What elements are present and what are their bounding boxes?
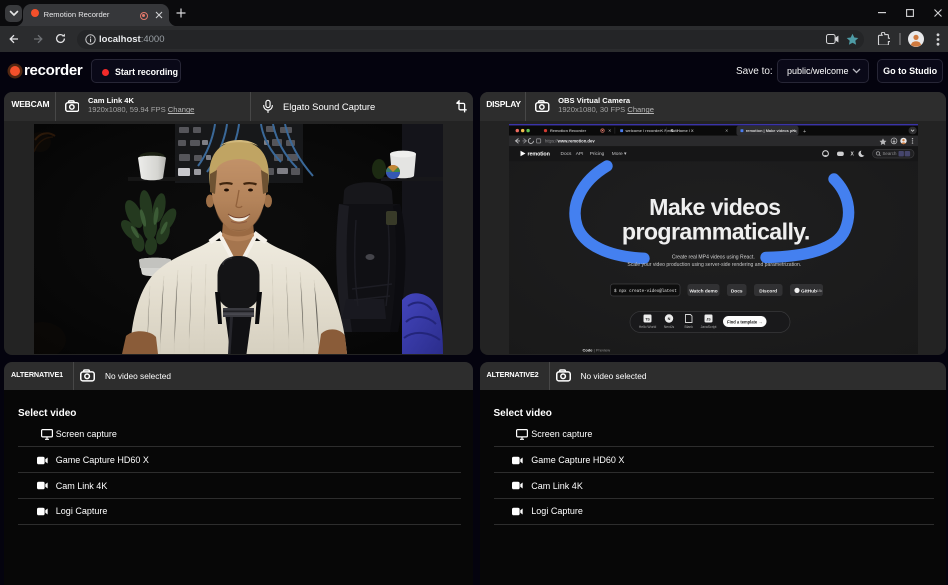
svg-text:Blank: Blank [684,324,693,328]
svg-text:JavaScript: JavaScript [700,324,716,328]
svg-text:programmatically.: programmatically. [621,218,809,244]
svg-text:More ▾: More ▾ [611,151,626,157]
svg-text:Search: Search [882,151,896,156]
svg-text:Make videos: Make videos [649,194,780,220]
svg-text:Home / X: Home / X [677,128,694,133]
svg-text:Pricing: Pricing [589,151,604,157]
svg-text:Hello World: Hello World [638,324,656,328]
svg-text:+: + [803,128,806,134]
svg-text:✕: ✕ [608,128,612,133]
svg-text:Docs: Docs [560,151,572,157]
svg-text:https://www.remotion.dev: https://www.remotion.dev [545,138,595,143]
svg-text:Docs: Docs [730,288,742,294]
svg-text:✕: ✕ [725,128,729,133]
svg-text:$ npx create-video@latest: $ npx create-video@latest [614,289,677,294]
svg-text:TS: TS [645,317,650,321]
svg-text:remotion | Make videos pro;: remotion | Make videos pro; [745,128,797,133]
svg-text:Remotion Recorder: Remotion Recorder [550,128,587,133]
svg-text:Watch demo: Watch demo [689,288,717,294]
svg-text:GitHub: GitHub [801,288,817,294]
svg-text:Scale your video production us: Scale your video production using server… [627,262,801,268]
svg-text:Code | Preview: Code | Preview [582,347,610,352]
svg-text:18k: 18k [816,289,822,293]
svg-text:✕: ✕ [792,128,796,133]
svg-text:X: X [670,128,673,133]
svg-text:Create real MP4 videos using R: Create real MP4 videos using React. [671,254,754,260]
svg-text:API: API [575,151,583,157]
svg-text:✕: ✕ [660,128,664,133]
svg-text:Discord: Discord [759,288,777,294]
svg-text:N: N [667,317,670,321]
svg-text:Find a template →: Find a template → [727,319,762,324]
svg-text:JS: JS [706,317,711,321]
svg-text:NextJs: NextJs [663,324,674,328]
svg-text:remotion: remotion [527,151,549,157]
